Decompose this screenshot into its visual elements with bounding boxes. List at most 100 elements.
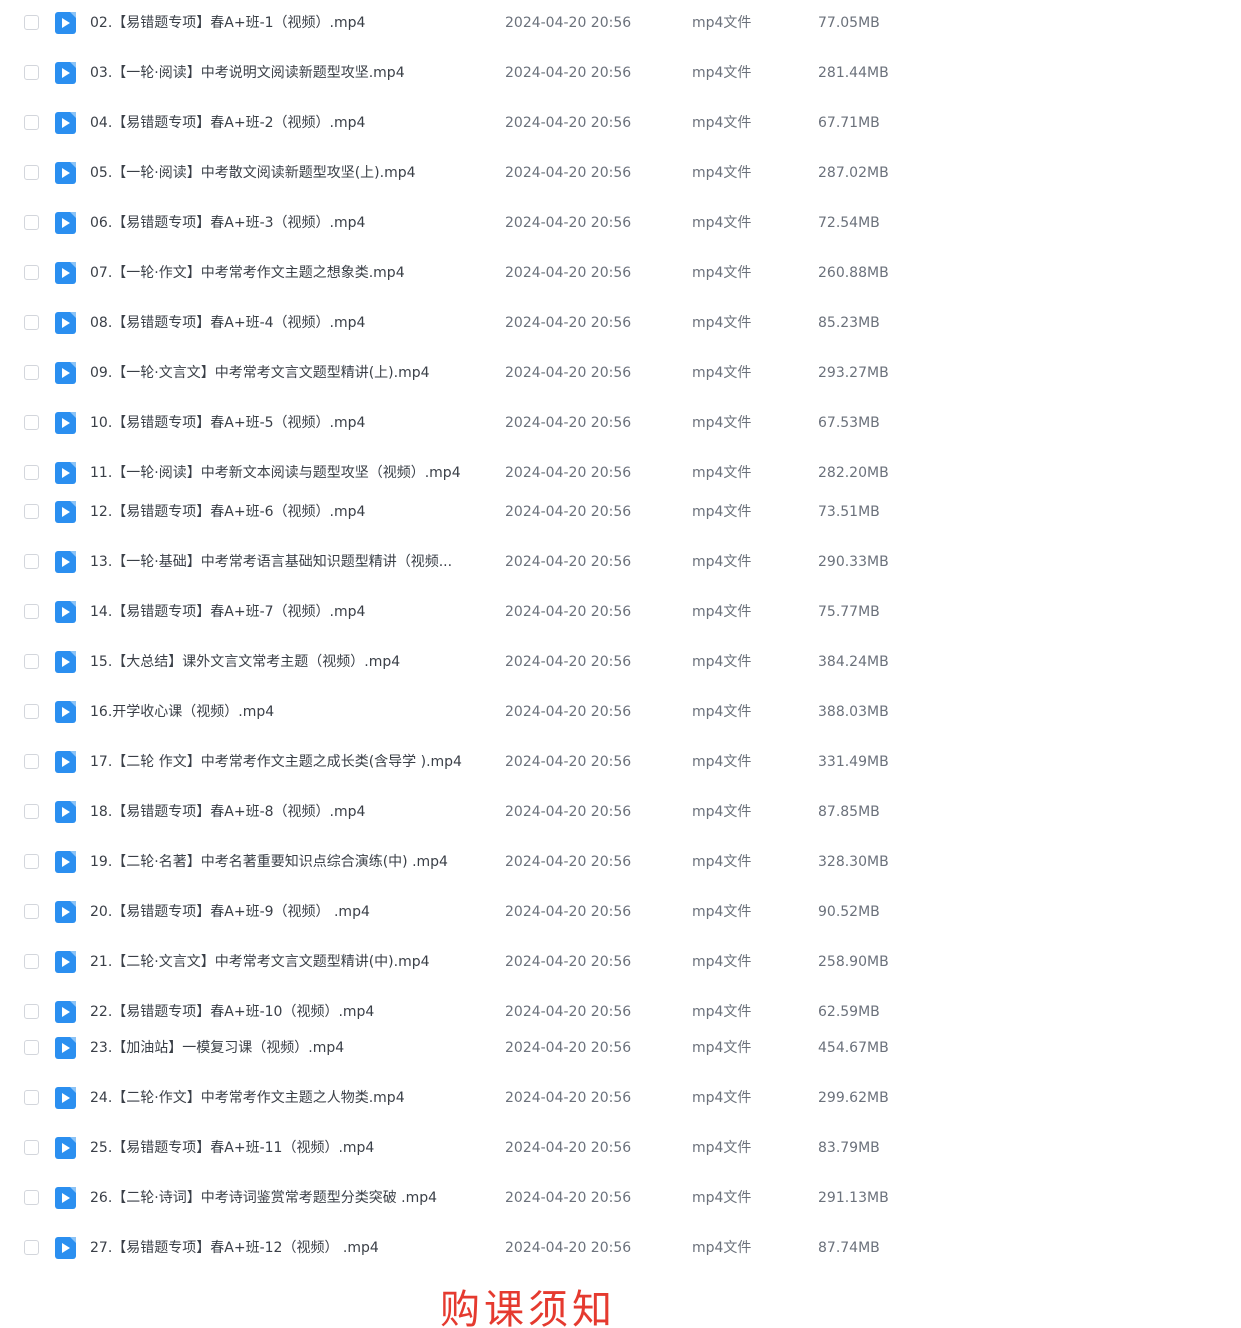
file-row[interactable]: 07.【一轮·作文】中考常考作文主题之想象类.mp4 2024-04-20 20:… [0,259,1000,289]
file-type: mp4文件 [692,215,752,231]
select-checkbox[interactable] [24,315,39,330]
file-date: 2024-04-20 20:56 [505,1240,632,1256]
file-row[interactable]: 17.【二轮 作文】中考常考作文主题之成长类(含导学 ).mp4 2024-04-… [0,748,1000,778]
file-row[interactable]: 24.【二轮·作文】中考常考作文主题之人物类.mp4 2024-04-20 20:… [0,1084,1000,1114]
file-row[interactable]: 20.【易错题专项】春A+班-9（视频） .mp4 2024-04-20 20:5… [0,898,1000,928]
select-checkbox[interactable] [24,365,39,380]
select-checkbox[interactable] [24,65,39,80]
select-checkbox[interactable] [24,654,39,669]
video-file-icon [55,1137,76,1159]
file-name[interactable]: 26.【二轮·诗词】中考诗词鉴赏常考题型分类突破 .mp4 [90,1188,488,1208]
select-checkbox[interactable] [24,504,39,519]
file-row[interactable]: 26.【二轮·诗词】中考诗词鉴赏常考题型分类突破 .mp4 2024-04-20 … [0,1184,1000,1214]
file-type: mp4文件 [692,854,752,870]
file-row[interactable]: 04.【易错题专项】春A+班-2（视频）.mp4 2024-04-20 20:56… [0,109,1000,139]
file-name[interactable]: 21.【二轮·文言文】中考常考文言文题型精讲(中).mp4 [90,952,488,972]
file-size: 62.59MB [818,1004,880,1020]
file-row[interactable]: 16.开学收心课（视频）.mp4 2024-04-20 20:56 mp4文件 388… [0,698,1000,728]
file-name[interactable]: 18.【易错题专项】春A+班-8（视频）.mp4 [90,802,488,822]
file-name[interactable]: 16.开学收心课（视频）.mp4 [90,702,488,722]
file-row[interactable]: 10.【易错题专项】春A+班-5（视频）.mp4 2024-04-20 20:56… [0,409,1000,439]
select-checkbox[interactable] [24,115,39,130]
file-size: 67.53MB [818,415,880,431]
file-size: 260.88MB [818,265,889,281]
select-checkbox[interactable] [24,1240,39,1255]
file-type: mp4文件 [692,1004,752,1020]
file-row[interactable]: 12.【易错题专项】春A+班-6（视频）.mp4 2024-04-20 20:56… [0,498,1000,528]
file-name[interactable]: 14.【易错题专项】春A+班-7（视频）.mp4 [90,602,488,622]
file-row[interactable]: 25.【易错题专项】春A+班-11（视频）.mp4 2024-04-20 20:5… [0,1134,1000,1164]
video-file-icon [55,601,76,623]
select-checkbox[interactable] [24,215,39,230]
file-size: 290.33MB [818,554,889,570]
select-checkbox[interactable] [24,1090,39,1105]
select-checkbox[interactable] [24,904,39,919]
file-type: mp4文件 [692,1040,752,1056]
file-row[interactable]: 13.【一轮·基础】中考常考语言基础知识题型精讲（视频... 2024-04-20… [0,548,1000,578]
video-file-icon [55,412,76,434]
file-name[interactable]: 07.【一轮·作文】中考常考作文主题之想象类.mp4 [90,263,488,283]
select-checkbox[interactable] [24,954,39,969]
select-checkbox[interactable] [24,1040,39,1055]
file-date: 2024-04-20 20:56 [505,804,632,820]
file-row[interactable]: 09.【一轮·文言文】中考常考文言文题型精讲(上).mp4 2024-04-20 … [0,359,1000,389]
select-checkbox[interactable] [24,465,39,480]
file-name[interactable]: 13.【一轮·基础】中考常考语言基础知识题型精讲（视频... [90,552,488,572]
select-checkbox[interactable] [24,754,39,769]
file-row[interactable]: 15.【大总结】课外文言文常考主题（视频）.mp4 2024-04-20 20:5… [0,648,1000,678]
video-file-icon [55,951,76,973]
file-name[interactable]: 09.【一轮·文言文】中考常考文言文题型精讲(上).mp4 [90,363,488,383]
file-size: 87.74MB [818,1240,880,1256]
select-checkbox[interactable] [24,1190,39,1205]
file-name[interactable]: 19.【二轮·名著】中考名著重要知识点综合演练(中) .mp4 [90,852,488,872]
select-checkbox[interactable] [24,15,39,30]
file-name[interactable]: 12.【易错题专项】春A+班-6（视频）.mp4 [90,502,488,522]
video-file-icon [55,1037,76,1059]
file-name[interactable]: 20.【易错题专项】春A+班-9（视频） .mp4 [90,902,488,922]
select-checkbox[interactable] [24,854,39,869]
file-type: mp4文件 [692,554,752,570]
select-checkbox[interactable] [24,704,39,719]
file-row[interactable]: 14.【易错题专项】春A+班-7（视频）.mp4 2024-04-20 20:56… [0,598,1000,628]
file-row[interactable]: 05.【一轮·阅读】中考散文阅读新题型攻坚(上).mp4 2024-04-20 2… [0,159,1000,189]
file-name[interactable]: 10.【易错题专项】春A+班-5（视频）.mp4 [90,413,488,433]
file-row[interactable]: 27.【易错题专项】春A+班-12（视频） .mp4 2024-04-20 20:… [0,1234,1000,1264]
file-row[interactable]: 23.【加油站】一模复习课（视频）.mp4 2024-04-20 20:56 mp4… [0,1034,1000,1064]
file-name[interactable]: 04.【易错题专项】春A+班-2（视频）.mp4 [90,113,488,133]
file-name[interactable]: 11.【一轮·阅读】中考新文本阅读与题型攻坚（视频）.mp4 [90,463,488,483]
file-name[interactable]: 27.【易错题专项】春A+班-12（视频） .mp4 [90,1238,488,1258]
select-checkbox[interactable] [24,165,39,180]
select-checkbox[interactable] [24,804,39,819]
select-checkbox[interactable] [24,1004,39,1019]
file-name[interactable]: 17.【二轮 作文】中考常考作文主题之成长类(含导学 ).mp4 [90,752,488,772]
select-checkbox[interactable] [24,415,39,430]
file-name[interactable]: 03.【一轮·阅读】中考说明文阅读新题型攻坚.mp4 [90,63,488,83]
file-name[interactable]: 22.【易错题专项】春A+班-10（视频）.mp4 [90,1002,488,1022]
select-checkbox[interactable] [24,1140,39,1155]
select-checkbox[interactable] [24,604,39,619]
select-checkbox[interactable] [24,265,39,280]
file-row[interactable]: 06.【易错题专项】春A+班-3（视频）.mp4 2024-04-20 20:56… [0,209,1000,239]
file-row[interactable]: 18.【易错题专项】春A+班-8（视频）.mp4 2024-04-20 20:56… [0,798,1000,828]
file-name[interactable]: 02.【易错题专项】春A+班-1（视频）.mp4 [90,13,488,33]
select-checkbox[interactable] [24,554,39,569]
file-row[interactable]: 08.【易错题专项】春A+班-4（视频）.mp4 2024-04-20 20:56… [0,309,1000,339]
file-size: 72.54MB [818,215,880,231]
file-row[interactable]: 19.【二轮·名著】中考名著重要知识点综合演练(中) .mp4 2024-04-2… [0,848,1000,878]
video-file-icon [55,801,76,823]
file-name[interactable]: 24.【二轮·作文】中考常考作文主题之人物类.mp4 [90,1088,488,1108]
file-type: mp4文件 [692,1140,752,1156]
file-row[interactable]: 03.【一轮·阅读】中考说明文阅读新题型攻坚.mp4 2024-04-20 20:… [0,59,1000,89]
file-name[interactable]: 25.【易错题专项】春A+班-11（视频）.mp4 [90,1138,488,1158]
file-row[interactable]: 21.【二轮·文言文】中考常考文言文题型精讲(中).mp4 2024-04-20 … [0,948,1000,978]
file-date: 2024-04-20 20:56 [505,1004,632,1020]
file-row[interactable]: 22.【易错题专项】春A+班-10（视频）.mp4 2024-04-20 20:5… [0,998,1000,1028]
file-name[interactable]: 23.【加油站】一模复习课（视频）.mp4 [90,1038,488,1058]
file-row[interactable]: 11.【一轮·阅读】中考新文本阅读与题型攻坚（视频）.mp4 2024-04-20… [0,459,1000,489]
file-name[interactable]: 08.【易错题专项】春A+班-4（视频）.mp4 [90,313,488,333]
file-name[interactable]: 15.【大总结】课外文言文常考主题（视频）.mp4 [90,652,488,672]
file-name[interactable]: 06.【易错题专项】春A+班-3（视频）.mp4 [90,213,488,233]
file-size: 281.44MB [818,65,889,81]
file-name[interactable]: 05.【一轮·阅读】中考散文阅读新题型攻坚(上).mp4 [90,163,488,183]
file-row[interactable]: 02.【易错题专项】春A+班-1（视频）.mp4 2024-04-20 20:56… [0,9,1000,39]
